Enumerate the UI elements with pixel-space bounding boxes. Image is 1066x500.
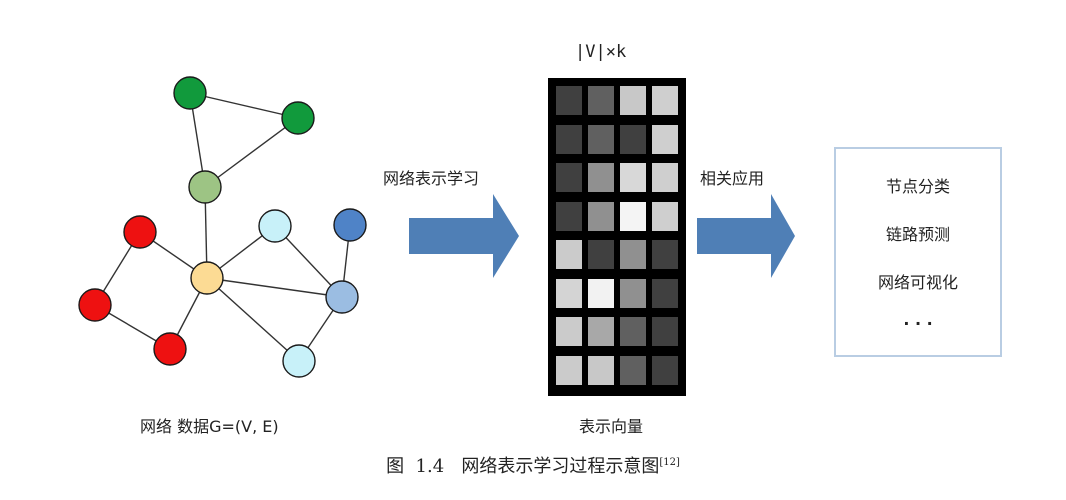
matrix-cell-r1-c1 bbox=[588, 124, 614, 154]
app-item-network-visualization: 网络可视化 bbox=[877, 273, 958, 292]
matrix-cell-r5-c0 bbox=[556, 278, 582, 308]
graph-node-b1 bbox=[333, 208, 367, 242]
matrix-cell-r6-c0 bbox=[556, 317, 582, 346]
matrix-cell-r7-c1 bbox=[588, 355, 614, 385]
graph-node-g2 bbox=[281, 101, 315, 135]
matrix-cell-r1-c2 bbox=[620, 124, 646, 154]
matrix-cell-r5-c3 bbox=[652, 278, 678, 308]
matrix-cell-r1-c3 bbox=[652, 124, 678, 154]
caption-reference: [12] bbox=[659, 457, 680, 468]
app-item-ellipsis: · · · bbox=[903, 314, 933, 333]
right-arrow-icon bbox=[409, 194, 519, 278]
matrix-cell-r7-c0 bbox=[556, 355, 582, 385]
matrix-cell-r4-c1 bbox=[588, 240, 614, 269]
graph-node-r3 bbox=[153, 332, 187, 366]
graph-label: 网络 数据G=(V, E) bbox=[140, 417, 279, 436]
applications-box: 节点分类 链路预测 网络可视化 · · · bbox=[834, 147, 1002, 357]
graph-node-r2 bbox=[78, 288, 112, 322]
matrix-cell-r0-c2 bbox=[620, 86, 646, 115]
graph-edge-y1-l2 bbox=[206, 277, 300, 362]
matrix-cell-r3-c1 bbox=[588, 201, 614, 231]
graph-node-y1 bbox=[190, 261, 224, 295]
matrix-cell-r4-c0 bbox=[556, 240, 582, 269]
graph-node-g1 bbox=[173, 76, 207, 110]
right-arrow-icon-2 bbox=[697, 194, 795, 278]
arrow2-label: 相关应用 bbox=[700, 169, 765, 188]
app-item-link-prediction: 链路预测 bbox=[885, 225, 950, 244]
matrix-cell-r6-c1 bbox=[588, 317, 614, 346]
graph-node-r1 bbox=[123, 215, 157, 249]
graph-edge-g2-c1 bbox=[204, 117, 299, 188]
matrix-cell-r0-c0 bbox=[556, 86, 582, 115]
graph-node-b2 bbox=[325, 280, 359, 314]
graph-edge-y1-b2 bbox=[206, 277, 343, 298]
app-item-node-classification: 节点分类 bbox=[885, 177, 950, 196]
graph-node-c1 bbox=[188, 170, 222, 204]
graph-node-l2 bbox=[282, 344, 316, 378]
graph-node-l1 bbox=[258, 209, 292, 243]
matrix-cell-r7-c2 bbox=[620, 355, 646, 385]
matrix-cell-r2-c3 bbox=[652, 163, 678, 192]
matrix-dimension-label: |V|×k bbox=[575, 42, 627, 62]
matrix-cell-r7-c3 bbox=[652, 355, 678, 385]
matrix-cell-r3-c0 bbox=[556, 201, 582, 231]
matrix-cell-r5-c1 bbox=[588, 278, 614, 308]
embedding-matrix bbox=[548, 78, 686, 396]
matrix-cell-r2-c1 bbox=[588, 163, 614, 192]
matrix-cell-r6-c2 bbox=[620, 317, 646, 346]
matrix-cell-r3-c2 bbox=[620, 201, 646, 231]
matrix-cell-r0-c1 bbox=[588, 86, 614, 115]
matrix-cell-r2-c2 bbox=[620, 163, 646, 192]
caption-text: 图 1.4 网络表示学习过程示意图 bbox=[386, 456, 660, 477]
matrix-cell-r2-c0 bbox=[556, 163, 582, 192]
figure-caption: 图 1.4 网络表示学习过程示意图[12] bbox=[0, 452, 1066, 478]
matrix-cell-r0-c3 bbox=[652, 86, 678, 115]
matrix-cell-r6-c3 bbox=[652, 317, 678, 346]
network-graph bbox=[78, 76, 367, 378]
matrix-bottom-label: 表示向量 bbox=[579, 417, 644, 436]
graph-nodes bbox=[78, 76, 367, 378]
arrow1-label: 网络表示学习 bbox=[383, 169, 480, 188]
matrix-cell-r5-c2 bbox=[620, 278, 646, 308]
matrix-cell-r1-c0 bbox=[556, 124, 582, 154]
matrix-cell-r3-c3 bbox=[652, 201, 678, 231]
matrix-cell-r4-c2 bbox=[620, 240, 646, 269]
matrix-cell-r4-c3 bbox=[652, 240, 678, 269]
